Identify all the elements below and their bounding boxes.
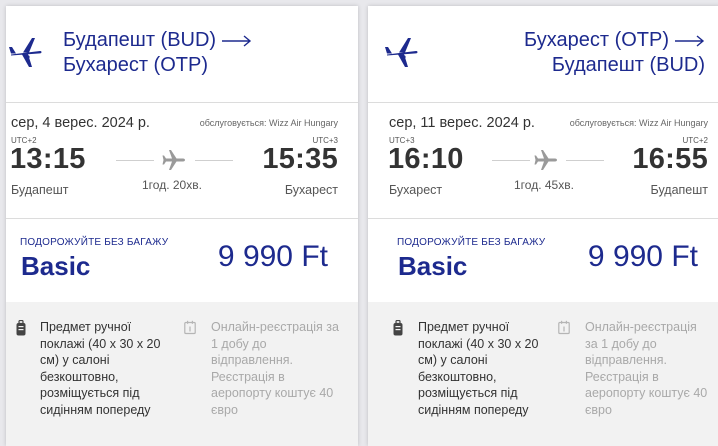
flight-duration: 1год. 45хв. (514, 178, 574, 192)
calendar-checkin-icon (184, 320, 196, 335)
flight-date: сер, 4 верес. 2024 р. (11, 115, 150, 131)
flight-date: сер, 11 верес. 2024 р. (389, 115, 535, 131)
divider (368, 218, 718, 219)
fare-features: Предмет ручної поклажі (40 х 30 х 20 см)… (368, 302, 718, 446)
route-destination: Бухарест (OTP) (63, 54, 208, 76)
departure-city: Бухарест (389, 183, 443, 197)
route-header: Бухарест (OTP) Будапешт (BUD) (368, 6, 718, 102)
operated-by: обслуговується: Wizz Air Hungary (199, 118, 338, 128)
fare-name: Basic (398, 251, 468, 281)
arrival-time: 16:55 (632, 143, 708, 175)
flight-line-right (566, 160, 604, 161)
route-title: Бухарест (OTP) Будапешт (BUD) (524, 28, 705, 78)
airplane-logo-icon (9, 38, 42, 67)
flight-card-outbound: Будапешт (BUD) Бухарест (OTP) сер, 4 вер… (6, 6, 358, 446)
route-header: Будапешт (BUD) Бухарест (OTP) (6, 6, 358, 102)
fare-features: Предмет ручної поклажі (40 х 30 х 20 см)… (6, 302, 358, 446)
divider (6, 102, 358, 103)
flight-line-left (116, 160, 154, 161)
route-origin: Бухарест (OTP) (524, 29, 669, 51)
fare-name: Basic (21, 251, 91, 281)
fare-price: 9 990 Ft (587, 240, 698, 273)
checkin-info-text: Онлайн-реєстрація за 1 добу до відправле… (211, 320, 339, 417)
fare-tagline: ПОДОРОЖУЙТЕ БЕЗ БАГАЖУ (397, 237, 546, 248)
route-origin: Будапешт (BUD) (63, 29, 217, 51)
arrival-time: 15:35 (262, 143, 338, 175)
airplane-icon (534, 150, 557, 170)
flight-card-return: Бухарест (OTP) Будапешт (BUD) сер, 11 ве… (368, 6, 718, 446)
arrival-city: Будапешт (650, 183, 708, 197)
fare-tagline: ПОДОРОЖУЙТЕ БЕЗ БАГАЖУ (20, 237, 169, 248)
arrow-right-icon (675, 35, 705, 47)
route-destination: Будапешт (BUD) (551, 54, 705, 76)
route-title: Будапешт (BUD) Бухарест (OTP) (63, 28, 252, 78)
cabin-bag-icon (16, 320, 26, 336)
flight-duration: 1год. 20хв. (142, 178, 202, 192)
fare-price: 9 990 Ft (217, 240, 328, 273)
arrow-right-icon (222, 35, 252, 47)
flight-line-left (492, 160, 530, 161)
arrival-city: Бухарест (284, 183, 338, 197)
cabin-bag-icon (393, 320, 403, 336)
departure-time: 13:15 (10, 143, 86, 175)
flight-line-right (195, 160, 233, 161)
departure-city: Будапешт (11, 183, 69, 197)
operated-by: обслуговується: Wizz Air Hungary (569, 118, 708, 128)
included-cabin-bag-text: Предмет ручної поклажі (40 х 30 х 20 см)… (418, 320, 539, 417)
divider (6, 218, 358, 219)
departure-time: 16:10 (388, 143, 464, 175)
airplane-icon (162, 150, 185, 170)
checkin-info-text: Онлайн-реєстрація за 1 добу до відправле… (585, 320, 708, 417)
divider (368, 102, 718, 103)
calendar-checkin-icon (558, 320, 570, 335)
included-cabin-bag-text: Предмет ручної поклажі (40 х 30 х 20 см)… (40, 320, 161, 417)
airplane-logo-icon (385, 38, 418, 67)
